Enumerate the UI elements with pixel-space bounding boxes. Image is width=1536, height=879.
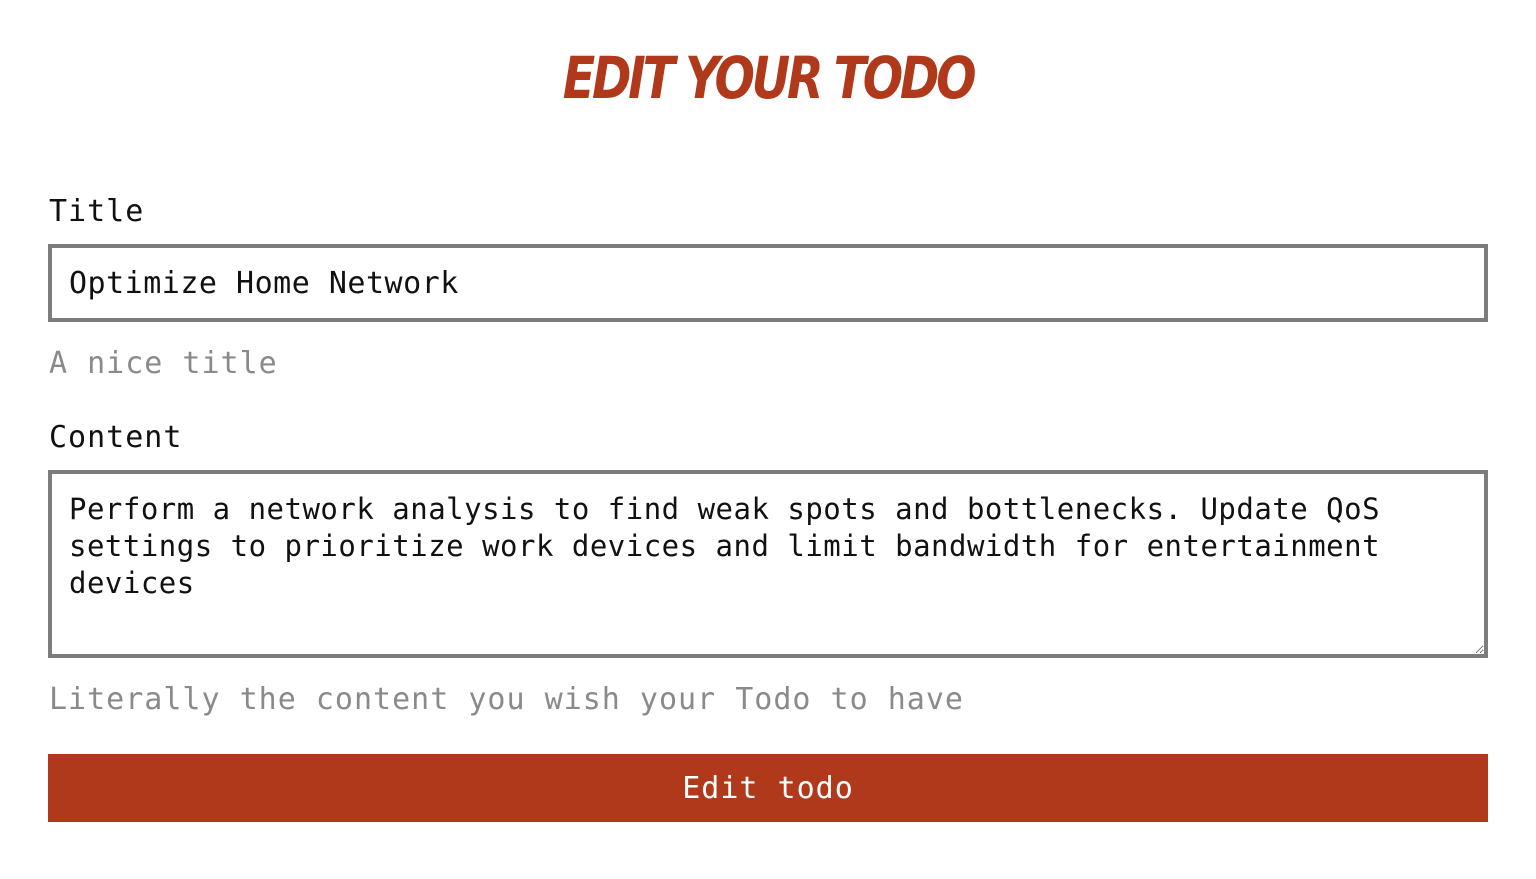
content-help-text: Literally the content you wish your Todo…	[49, 682, 964, 717]
edit-todo-page: Edit your Todo Title A nice title Conten…	[0, 0, 1536, 879]
title-input[interactable]	[48, 244, 1488, 322]
content-textarea[interactable]: Perform a network analysis to find weak …	[48, 470, 1488, 658]
content-label: Content	[49, 420, 183, 455]
page-title: Edit your Todo	[562, 44, 977, 112]
edit-todo-button[interactable]: Edit todo	[48, 754, 1488, 822]
title-help-text: A nice title	[49, 346, 278, 381]
title-label: Title	[49, 194, 145, 229]
